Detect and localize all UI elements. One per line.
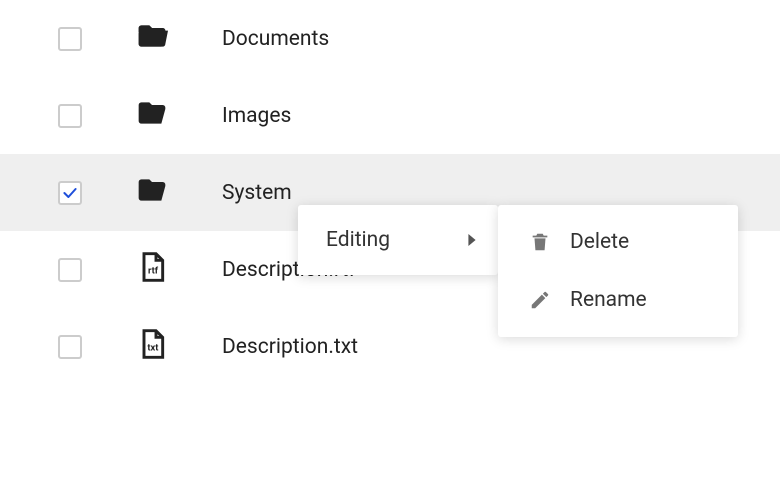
trash-icon (526, 231, 554, 253)
context-menu: Editing (298, 205, 498, 275)
list-item[interactable]: Images (0, 77, 780, 154)
item-name: System (222, 181, 780, 205)
row-checkbox[interactable] (58, 258, 82, 282)
row-checkbox[interactable] (58, 104, 82, 128)
menu-item-rename[interactable]: Rename (498, 271, 738, 329)
item-name: Documents (222, 27, 780, 51)
check-icon (62, 185, 78, 201)
list-item[interactable]: Documents (0, 0, 780, 77)
menu-item-editing[interactable]: Editing (298, 211, 498, 269)
row-checkbox[interactable] (58, 27, 82, 51)
folder-open-icon (136, 97, 168, 135)
folder-open-icon (136, 20, 168, 58)
chevron-right-icon (466, 228, 478, 252)
context-submenu: Delete Rename (498, 205, 738, 337)
row-checkbox[interactable] (58, 335, 82, 359)
edit-icon (526, 289, 554, 311)
folder-open-icon (136, 174, 168, 212)
rtf-file-icon: rtf (136, 251, 168, 289)
menu-item-delete[interactable]: Delete (498, 213, 738, 271)
row-checkbox[interactable] (58, 181, 82, 205)
svg-text:rtf: rtf (148, 265, 159, 276)
txt-file-icon: txt (136, 328, 168, 366)
item-name: Images (222, 104, 780, 128)
svg-text:txt: txt (147, 342, 158, 353)
item-name: Description.txt (222, 335, 780, 359)
